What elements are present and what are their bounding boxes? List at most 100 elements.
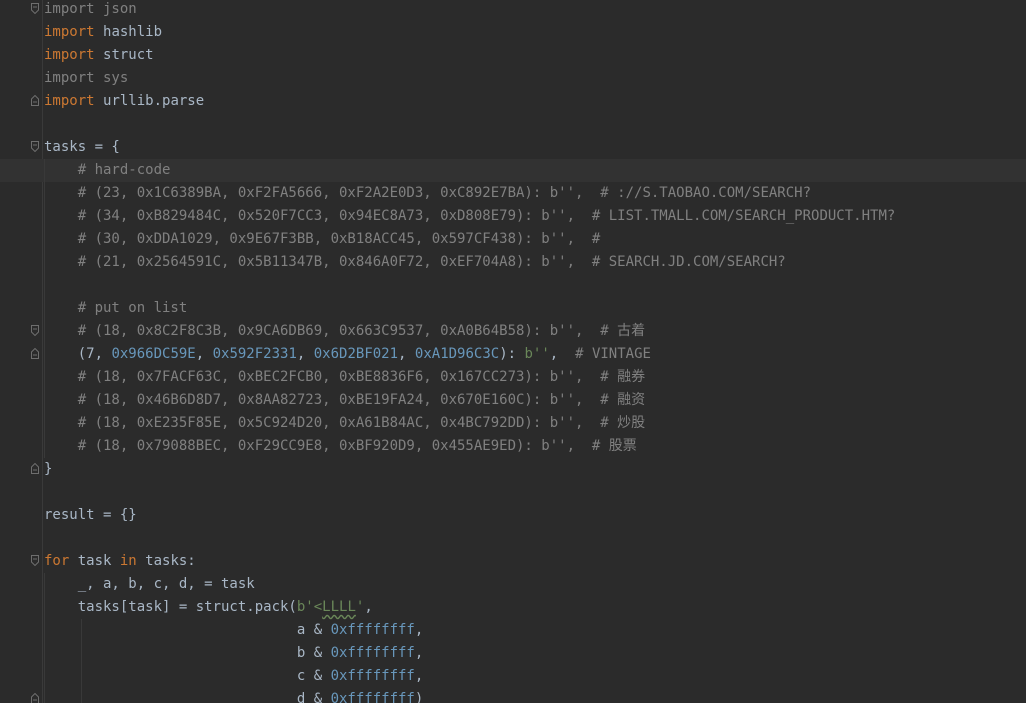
indent-guide — [81, 642, 82, 665]
code-token: result = {} — [44, 507, 137, 523]
code-line[interactable]: b & 0xffffffff, — [44, 642, 1024, 665]
code-token: 0xffffffff — [330, 645, 415, 661]
gutter-divider — [42, 0, 43, 703]
indent-guide — [44, 573, 45, 596]
indent-guide — [44, 182, 45, 205]
code-token: (7, — [44, 346, 112, 362]
fold-collapse-icon[interactable] — [31, 95, 39, 106]
code-line[interactable] — [44, 113, 1024, 136]
code-token: , — [414, 668, 424, 684]
code-area[interactable]: import json import hashlib import struct im… — [0, 0, 1026, 703]
indent-guide — [44, 159, 45, 182]
code-token: for — [44, 553, 70, 569]
code-line[interactable]: # (21, 0x2564591C, 0x5B11347B, 0x846A0F7… — [44, 251, 1024, 274]
code-token: 0x6D2BF021 — [313, 346, 399, 362]
fold-expand-icon[interactable] — [31, 555, 39, 566]
code-token: b & — [44, 645, 331, 661]
indent-guide — [44, 435, 45, 458]
code-token: # (21, 0x2564591C, 0x5B11347B, 0x846A0F7… — [44, 254, 786, 270]
code-line[interactable]: # (18, 0x46B6D8D7, 0x8AA82723, 0xBE19FA2… — [44, 389, 1024, 412]
code-token: import json — [44, 1, 137, 17]
code-token: LLLL — [322, 599, 356, 615]
code-line[interactable]: import sys — [44, 67, 1024, 90]
code-line[interactable]: (7, 0x966DC59E, 0x592F2331, 0x6D2BF021, … — [31, 343, 1024, 366]
fold-collapse-icon[interactable] — [31, 463, 39, 474]
code-token: import — [44, 93, 95, 109]
code-token: b'< — [296, 599, 323, 615]
indent-guide — [44, 642, 45, 665]
code-token: # (18, 0xE235F85E, 0x5C924D20, 0xA61B84A… — [44, 415, 646, 431]
fold-collapse-icon[interactable] — [31, 693, 39, 703]
code-token: # put on list — [44, 300, 188, 316]
indent-guide — [44, 688, 45, 703]
fold-expand-icon[interactable] — [31, 325, 39, 336]
code-token: # (18, 0x7FACF63C, 0xBEC2FCB0, 0xBE8836F… — [44, 369, 646, 385]
code-token: in — [119, 553, 137, 569]
code-token: # (30, 0xDDA1029, 0x9E67F3BB, 0xB18ACC45… — [44, 231, 601, 247]
code-line[interactable]: import json — [31, 0, 1024, 21]
code-line[interactable] — [44, 527, 1024, 550]
code-line[interactable]: # (18, 0xE235F85E, 0x5C924D20, 0xA61B84A… — [44, 412, 1024, 435]
code-line[interactable] — [44, 274, 1024, 297]
code-token: urllib.parse — [103, 93, 205, 109]
indent-guide — [44, 343, 45, 366]
code-line[interactable]: import hashlib — [44, 21, 1024, 44]
code-token: , — [296, 346, 314, 362]
code-editor[interactable]: import json import hashlib import struct im… — [0, 0, 1026, 703]
fold-collapse-icon[interactable] — [31, 348, 39, 359]
code-line[interactable]: tasks = { — [31, 136, 1024, 159]
code-line[interactable]: # (18, 0x8C2F8C3B, 0x9CA6DB69, 0x663C953… — [31, 320, 1024, 343]
code-line[interactable]: a & 0xffffffff, — [44, 619, 1024, 642]
indent-guide — [44, 274, 45, 297]
indent-guide — [81, 688, 82, 703]
code-line[interactable]: # (34, 0xB829484C, 0x520F7CC3, 0x94EC8A7… — [44, 205, 1024, 228]
indent-guide — [44, 205, 45, 228]
code-token: struct — [103, 47, 154, 63]
fold-expand-icon[interactable] — [31, 141, 39, 152]
code-token: # (18, 0x79088BEC, 0xF29CC9E8, 0xBF920D9… — [44, 438, 637, 454]
code-token: import sys — [44, 70, 129, 86]
code-token: 0x966DC59E — [111, 346, 196, 362]
code-token: # (23, 0x1C6389BA, 0xF2FA5666, 0xF2A2E0D… — [44, 185, 812, 201]
code-token: # (34, 0xB829484C, 0x520F7CC3, 0x94EC8A7… — [44, 208, 896, 224]
code-token: 0xffffffff — [330, 668, 415, 684]
code-line[interactable]: # put on list — [44, 297, 1024, 320]
code-line[interactable]: # (30, 0xDDA1029, 0x9E67F3BB, 0xB18ACC45… — [44, 228, 1024, 251]
code-token: } — [44, 461, 53, 477]
fold-expand-icon[interactable] — [31, 3, 39, 14]
code-line[interactable]: import urllib.parse — [31, 90, 1024, 113]
indent-guide — [81, 665, 82, 688]
code-token: ) — [414, 691, 424, 703]
code-line[interactable] — [44, 481, 1024, 504]
indent-guide — [44, 366, 45, 389]
code-line[interactable]: # (23, 0x1C6389BA, 0xF2FA5666, 0xF2A2E0D… — [44, 182, 1024, 205]
code-token: , — [364, 599, 373, 615]
code-line[interactable]: # (18, 0x79088BEC, 0xF29CC9E8, 0xBF920D9… — [44, 435, 1024, 458]
code-token: , — [549, 346, 576, 362]
code-token: d & — [44, 691, 331, 703]
indent-guide — [44, 412, 45, 435]
indent-guide — [81, 619, 82, 642]
indent-guide — [44, 389, 45, 412]
code-token: , — [414, 645, 424, 661]
code-line[interactable]: d & 0xffffffff) — [31, 688, 1024, 703]
code-token: ): — [499, 346, 525, 362]
code-token: tasks = { — [44, 139, 120, 155]
code-line[interactable]: c & 0xffffffff, — [44, 665, 1024, 688]
code-token: tasks: — [136, 553, 196, 569]
indent-guide — [44, 665, 45, 688]
code-line[interactable]: result = {} — [44, 504, 1024, 527]
code-token: 0xffffffff — [330, 622, 415, 638]
code-line[interactable]: for task in tasks: — [31, 550, 1024, 573]
code-token: # (18, 0x8C2F8C3B, 0x9CA6DB69, 0x663C953… — [44, 323, 646, 339]
code-line[interactable]: _, a, b, c, d, = task — [44, 573, 1024, 596]
code-line[interactable]: import struct — [44, 44, 1024, 67]
code-line[interactable]: } — [31, 458, 1024, 481]
code-token: 0x592F2331 — [212, 346, 297, 362]
code-line[interactable]: # (18, 0x7FACF63C, 0xBEC2FCB0, 0xBE8836F… — [44, 366, 1024, 389]
indent-guide — [44, 320, 45, 343]
code-token: , — [195, 346, 213, 362]
code-line[interactable]: # hard-code — [0, 159, 1026, 182]
code-token: # VINTAGE — [575, 346, 651, 362]
code-line[interactable]: tasks[task] = struct.pack(b'<LLLL', — [44, 596, 1024, 619]
